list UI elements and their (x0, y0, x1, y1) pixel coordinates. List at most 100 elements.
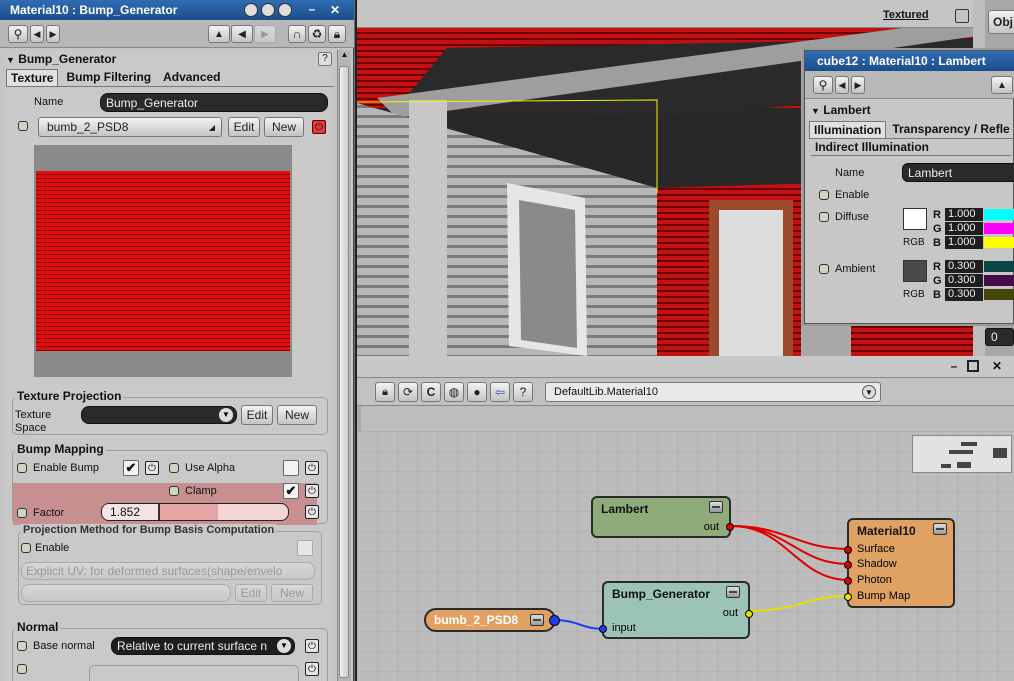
projection-method-dropdown[interactable]: Explicit UV: for deformed surfaces(shape… (21, 562, 315, 580)
render-tree-maximize-button[interactable] (967, 360, 979, 372)
magnet-button[interactable]: ∩ (288, 25, 306, 43)
lambert-node[interactable]: Lambert out (591, 496, 734, 538)
lambert-prev-button[interactable]: ◀ (835, 76, 849, 94)
bump-map-port[interactable] (844, 593, 852, 601)
base-normal-connect-icon[interactable]: ⏻ (305, 639, 319, 653)
diffuse-channel-value[interactable]: 1.000 (945, 222, 983, 235)
up-arrow-button[interactable]: ▲ (208, 25, 230, 43)
refresh-icon[interactable]: ⟳ (398, 382, 418, 402)
diffuse-swatch[interactable] (903, 208, 927, 230)
search-button[interactable]: ⚲ (8, 25, 28, 43)
lock-circle-icon[interactable] (278, 3, 292, 17)
lambert-search-button[interactable]: ⚲ (813, 76, 833, 94)
property-scrollbar[interactable]: ▲ (337, 50, 351, 681)
shadow-port[interactable] (844, 561, 852, 569)
ambient-channel-slider[interactable] (984, 289, 1014, 300)
ambient-channel-value[interactable]: 0.300 (945, 288, 983, 301)
help-icon[interactable]: ? (513, 382, 533, 402)
diffuse-channel-value[interactable]: 1.000 (945, 236, 983, 249)
globe-icon[interactable]: ◍ (444, 382, 464, 402)
lambert-name-input[interactable]: Lambert (902, 163, 1014, 182)
lock-icon[interactable]: 🔒︎ (375, 382, 395, 402)
ambient-channel-slider[interactable] (984, 275, 1014, 286)
image-node[interactable]: bumb_2_PSD8 (424, 608, 560, 632)
bump-generator-node-collapse-button[interactable] (726, 586, 740, 598)
diffuse-led[interactable] (819, 212, 829, 222)
surface-port[interactable] (844, 546, 852, 554)
image-node-collapse-button[interactable] (530, 614, 544, 626)
clamp-connect-icon[interactable]: ⏻ (305, 484, 319, 498)
factor-connect-icon[interactable]: ⏻ (305, 505, 319, 519)
tab-texture[interactable]: Texture (6, 69, 59, 86)
base-normal-led[interactable] (17, 641, 27, 651)
factor-slider[interactable]: 1.852 (101, 503, 289, 521)
minimize-button[interactable]: – (304, 2, 320, 18)
scroll-thumb[interactable] (339, 66, 349, 678)
factor-value[interactable]: 1.852 (102, 504, 160, 520)
lambert-up-button[interactable]: ▲ (991, 76, 1013, 94)
render-tree-minimize-button[interactable]: – (947, 360, 961, 374)
enable-bump-led[interactable] (17, 463, 27, 473)
projection-enable-led[interactable] (21, 543, 31, 553)
clear-icon[interactable]: C (421, 382, 441, 402)
help-icon[interactable]: ? (318, 52, 332, 66)
ambient-channel-value[interactable]: 0.300 (945, 260, 983, 273)
property-editor-titlebar[interactable]: Material10 : Bump_Generator (0, 0, 354, 20)
texture-space-dropdown[interactable]: ▼ (81, 406, 237, 424)
normal-extra-led[interactable] (17, 664, 27, 674)
section-header[interactable]: ▼ Bump_Generator (6, 52, 334, 68)
diffuse-channel-value[interactable]: 1.000 (945, 208, 983, 221)
projection-new-button[interactable]: New (271, 584, 313, 602)
texture-dropdown[interactable]: bumb_2_PSD8 ◢ (38, 117, 222, 137)
texture-edit-button[interactable]: Edit (228, 117, 260, 137)
ambient-swatch[interactable] (903, 260, 927, 282)
use-alpha-connect-icon[interactable]: ⏻ (305, 461, 319, 475)
render-tree-path-dropdown[interactable]: DefaultLib.Material10 ▼ (545, 382, 881, 402)
tab-indirect-illumination[interactable]: Indirect Illumination (811, 139, 1011, 156)
photon-port[interactable] (844, 577, 852, 585)
ambient-mode[interactable]: RGB (903, 289, 925, 300)
help-circle-icon[interactable] (261, 3, 275, 17)
material10-node-collapse-button[interactable] (933, 523, 947, 535)
clamp-checkbox[interactable]: ✔ (283, 483, 299, 499)
render-tree-close-button[interactable]: ✕ (989, 359, 1005, 375)
maximize-viewport-icon[interactable] (955, 9, 969, 23)
previous-button[interactable]: ◀ (30, 25, 44, 43)
object-tab[interactable]: Obj (988, 10, 1014, 34)
ambient-led[interactable] (819, 264, 829, 274)
diffuse-channel-slider[interactable] (984, 237, 1014, 248)
texture-enable-led[interactable] (18, 121, 28, 131)
viewport-mode-label[interactable]: Textured (883, 9, 929, 21)
projection-edit-button[interactable]: Edit (235, 584, 267, 602)
next-button[interactable]: ▶ (46, 25, 60, 43)
right-arrow-button[interactable]: ▶ (254, 25, 276, 43)
sphere-icon[interactable]: ● (467, 382, 487, 402)
ambient-channel-value[interactable]: 0.300 (945, 274, 983, 287)
texture-new-button[interactable]: New (264, 117, 304, 137)
normal-extra-connect-icon[interactable]: ⏻ (305, 662, 319, 676)
scroll-up-arrow-icon[interactable]: ▲ (338, 50, 351, 64)
use-alpha-led[interactable] (169, 463, 179, 473)
texture-space-edit-button[interactable]: Edit (241, 405, 273, 425)
back-arrow-icon[interactable]: ⇦ (490, 382, 510, 402)
left-arrow-button[interactable]: ◀ (231, 25, 253, 43)
recycle-button[interactable]: ♻ (308, 25, 326, 43)
enable-bump-checkbox[interactable]: ✔ (123, 460, 139, 476)
lambert-out-port[interactable] (726, 523, 734, 531)
diffuse-channel-slider[interactable] (984, 209, 1014, 220)
tab-transparency-reflection[interactable]: Transparency / Refle (888, 121, 1013, 138)
render-tree-graph[interactable]: Lambert out Material10 Surface Shadow Ph… (357, 431, 1014, 681)
texture-space-new-button[interactable]: New (277, 405, 317, 425)
tab-illumination[interactable]: Illumination (809, 121, 887, 138)
projection-secondary-dropdown[interactable] (21, 584, 231, 602)
image-out-port[interactable] (549, 615, 560, 626)
lambert-node-collapse-button[interactable] (709, 501, 723, 513)
factor-led[interactable] (17, 508, 27, 518)
material10-node[interactable]: Material10 Surface Shadow Photon Bump Ma… (844, 518, 955, 608)
bump-generator-input-port[interactable] (599, 625, 607, 633)
bump-generator-out-port[interactable] (745, 610, 753, 618)
use-alpha-checkbox[interactable] (283, 460, 299, 476)
clamp-led[interactable] (169, 486, 179, 496)
base-normal-dropdown[interactable]: Relative to current surface n ▼ (111, 637, 295, 655)
close-button[interactable]: ✕ (326, 2, 344, 18)
